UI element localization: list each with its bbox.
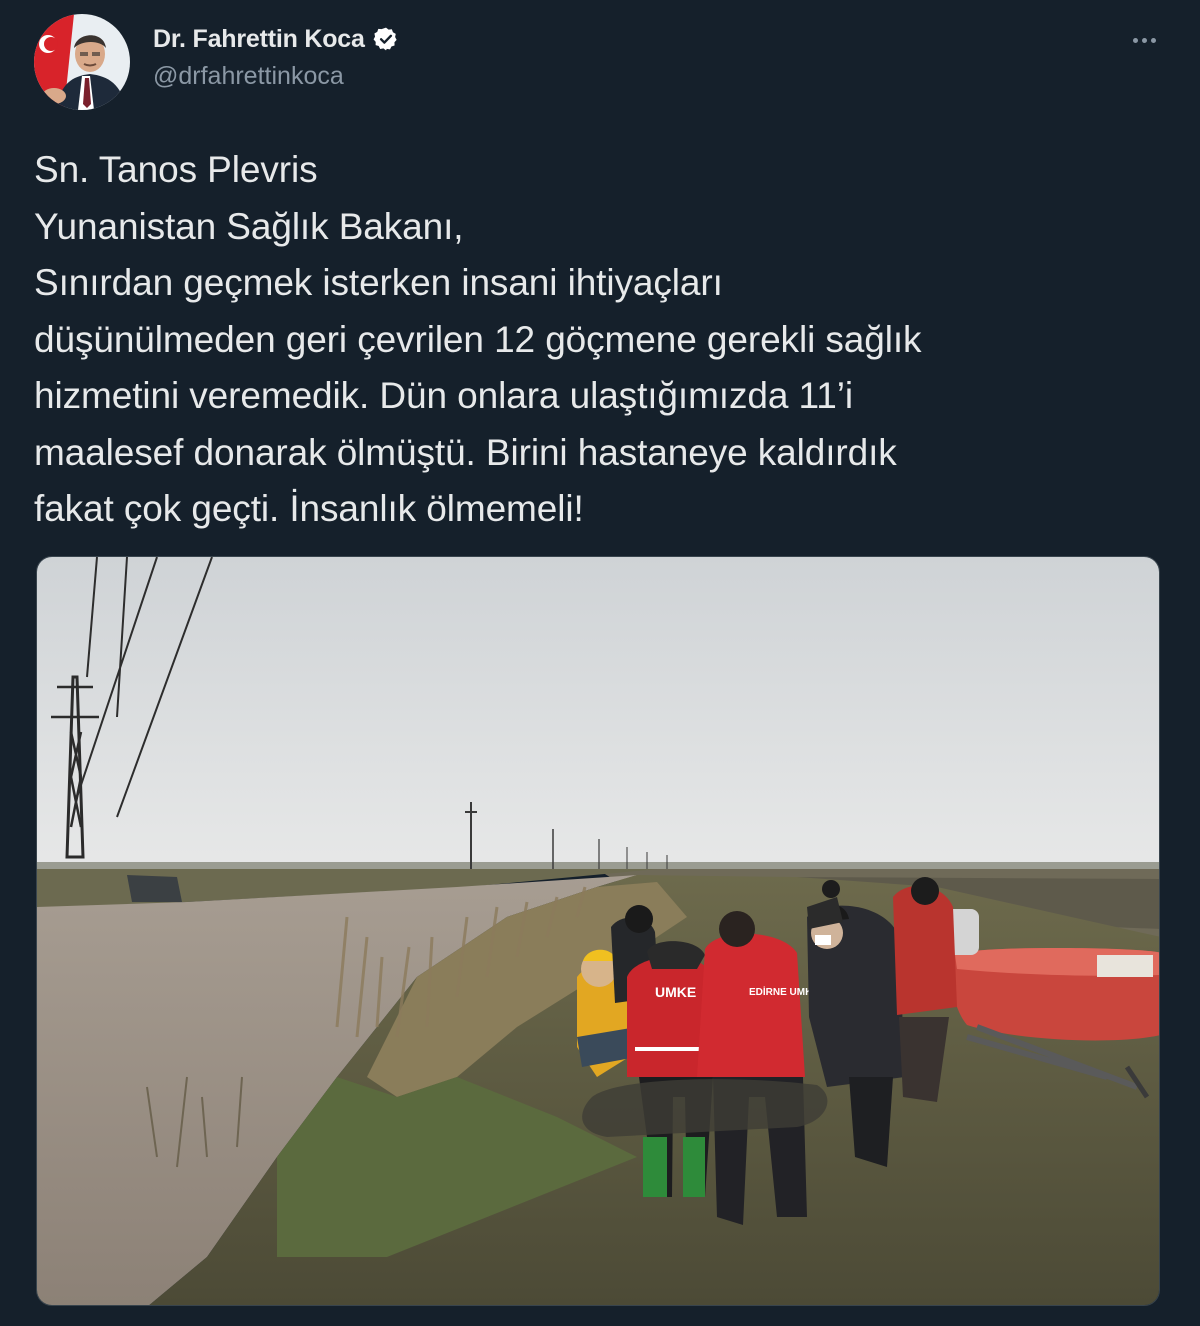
author-avatar[interactable] bbox=[34, 14, 130, 110]
dot bbox=[1150, 37, 1156, 43]
tweet-text: Sn. Tanos Plevris Yunanistan Sağlık Baka… bbox=[34, 142, 1164, 538]
tweet-text-line: hizmetini veremedik. Dün onlara ulaştığı… bbox=[34, 375, 853, 416]
dot bbox=[1141, 37, 1147, 43]
tweet-text-line: Sn. Tanos Plevris bbox=[34, 149, 318, 190]
tweet: Dr. Fahrettin Koca @drfahrettinkoca Sn. … bbox=[0, 0, 1200, 1326]
photo-umke-lettering: UMKE bbox=[655, 984, 696, 1000]
author-display-name[interactable]: Dr. Fahrettin Koca bbox=[153, 25, 365, 54]
tweet-text-line: Yunanistan Sağlık Bakanı, bbox=[34, 205, 464, 247]
author-name-row: Dr. Fahrettin Koca bbox=[153, 22, 399, 56]
dot bbox=[1132, 37, 1138, 43]
tweet-text-line: maalesef donarak ölmüştü. Birini hastane… bbox=[34, 431, 897, 473]
verified-badge-icon bbox=[373, 26, 399, 52]
tweet-photo[interactable]: UMKE EDİRNE UMKE bbox=[36, 556, 1160, 1306]
author-handle[interactable]: @drfahrettinkoca bbox=[153, 62, 344, 91]
tweet-text-line: Sınırdan geçmek isterken insani ihtiyaçl… bbox=[34, 262, 723, 303]
tweet-text-line: düşünülmeden geri çevrilen 12 göçmene ge… bbox=[34, 318, 922, 360]
more-options-ellipsis-icon[interactable] bbox=[1126, 26, 1162, 54]
tweet-text-line: fakat çok geçti. İnsanlık ölmemeli! bbox=[34, 488, 584, 529]
